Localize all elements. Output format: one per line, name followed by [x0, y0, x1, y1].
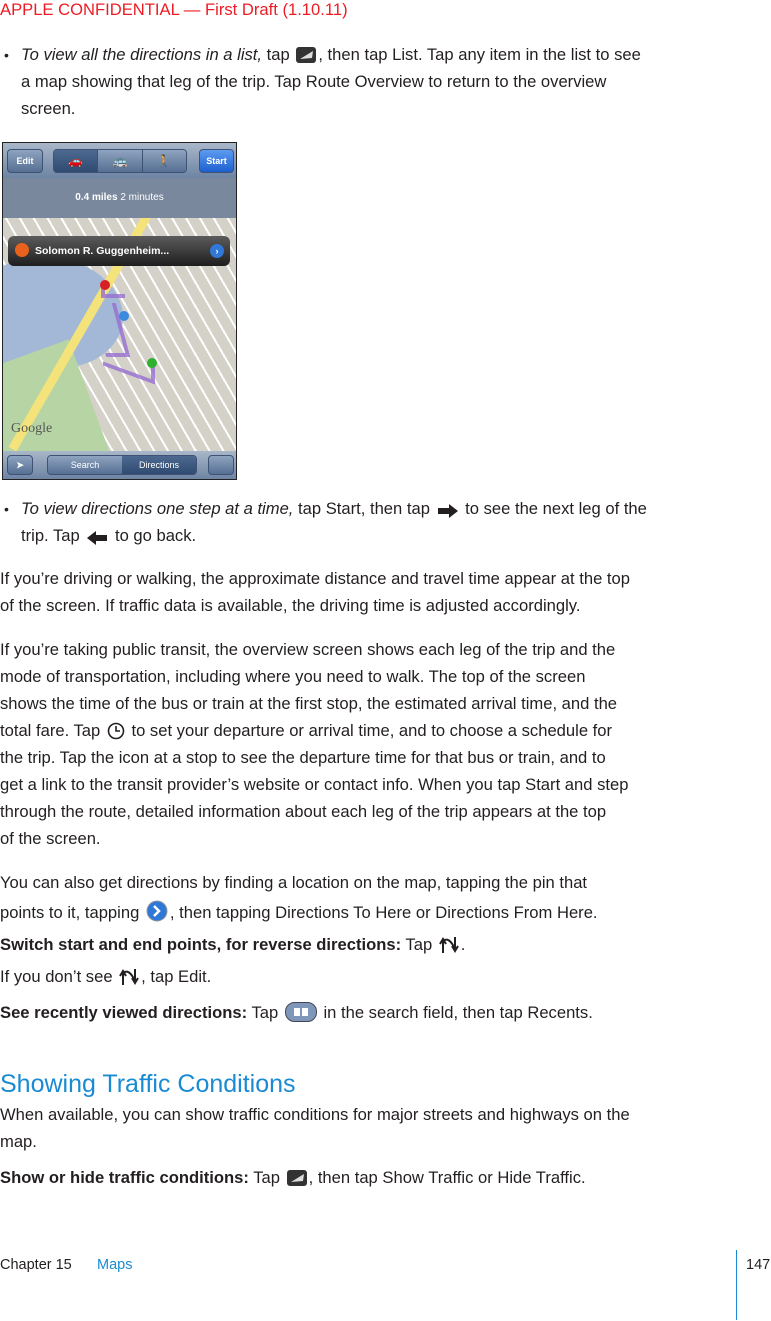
bottom-toolbar: ➤ Search Directions	[3, 451, 236, 479]
edit-button[interactable]: Edit	[7, 149, 43, 173]
text: , tap Edit.	[141, 967, 212, 986]
text: Tap	[401, 935, 437, 954]
confidential-header: APPLE CONFIDENTIAL — First Draft (1.10.1…	[0, 0, 348, 19]
tip-title: Switch start and end points, for reverse…	[0, 935, 402, 954]
bullet: •	[4, 501, 9, 517]
location-callout[interactable]: Solomon R. Guggenheim... ›	[8, 236, 230, 266]
arrow-right-icon	[437, 504, 458, 518]
recent-tip: See recently viewed directions: Tap in t…	[0, 1002, 593, 1023]
detail-disclosure-icon[interactable]: ›	[210, 244, 224, 258]
paragraph-line: map.	[0, 1132, 37, 1151]
bookmarks-icon	[284, 1002, 317, 1022]
car-icon[interactable]: 🚗	[54, 150, 99, 172]
green-pin-icon[interactable]	[147, 358, 157, 368]
paragraph-line: get a link to the transit provider’s web…	[0, 775, 629, 794]
text: to see the next leg of the	[460, 499, 647, 518]
text: Tap	[247, 1003, 283, 1022]
text: trip. Tap	[21, 526, 85, 545]
paragraph-line: mode of transportation, including where …	[0, 667, 586, 686]
paragraph-line: total fare. Tap to set your departure or…	[0, 721, 612, 741]
duration: 2 minutes	[120, 192, 164, 203]
text: , then tapping Directions To Here or Dir…	[169, 903, 598, 922]
text: , then tap List. Tap any item in the lis…	[318, 45, 641, 64]
footer-section[interactable]: Maps	[97, 1257, 132, 1273]
arrow-left-icon	[87, 531, 108, 545]
paragraph-line: If you don’t see , tap Edit.	[0, 967, 211, 987]
text: Tap	[248, 1168, 285, 1187]
bullet1-line3: screen.	[21, 99, 76, 118]
bus-icon[interactable]: 🚌	[98, 150, 143, 172]
traffic-tip: Show or hide traffic conditions: Tap , t…	[0, 1168, 586, 1188]
person-icon	[15, 243, 29, 257]
bullet1-line2: a map showing that leg of the trip. Tap …	[21, 72, 607, 91]
text: , then tap Show Traffic or Hide Traffic.	[308, 1168, 586, 1187]
detail-disclosure-icon	[146, 900, 168, 922]
text: points to it, tapping	[0, 903, 144, 922]
directions-tab[interactable]: Directions	[122, 456, 196, 474]
tip-title: See recently viewed directions:	[0, 1003, 248, 1022]
paragraph-line: When available, you can show traffic con…	[0, 1105, 630, 1124]
google-logo: Google	[11, 421, 53, 436]
swap-icon	[119, 969, 140, 985]
paragraph-line: points to it, tapping , then tapping Dir…	[0, 900, 598, 923]
paragraph-line: You can also get directions by finding a…	[0, 873, 588, 892]
top-toolbar: Edit 🚗 🚌 🚶 Start	[3, 143, 236, 178]
bullet1-line1: To view all the directions in a list, ta…	[21, 45, 641, 65]
paragraph-line: of the screen. If traffic data is availa…	[0, 596, 581, 615]
paragraph-line: of the screen.	[0, 829, 101, 848]
red-pin-icon[interactable]	[100, 280, 110, 290]
page-curl-icon	[296, 47, 317, 63]
search-tab[interactable]: Search	[48, 456, 122, 474]
emphasis: To view directions one step at a time,	[21, 499, 294, 518]
tip-title: Show or hide traffic conditions:	[0, 1168, 249, 1187]
text: .	[460, 935, 466, 954]
bullet2-line2: trip. Tap to go back.	[21, 526, 196, 546]
emphasis: To view all the directions in a list,	[21, 45, 263, 64]
bullet: •	[4, 47, 9, 63]
footer-chapter: Chapter 15	[0, 1257, 72, 1273]
start-button[interactable]: Start	[199, 149, 234, 173]
walk-icon[interactable]: 🚶	[142, 150, 186, 172]
paragraph-line: through the route, detailed information …	[0, 802, 607, 821]
transport-mode-segment: 🚗 🚌 🚶	[53, 149, 187, 173]
current-location-icon	[119, 311, 129, 321]
bullet2-line1: To view directions one step at a time, t…	[21, 499, 647, 519]
text: to set your departure or arrival time, a…	[126, 721, 613, 740]
location-arrow-icon[interactable]: ➤	[7, 455, 33, 475]
text: to go back.	[110, 526, 197, 545]
search-directions-segment: Search Directions	[47, 455, 197, 475]
section-heading: Showing Traffic Conditions	[0, 1070, 296, 1098]
paragraph-line: shows the time of the bus or train at th…	[0, 694, 618, 713]
route-summary: 0.4 miles 2 minutes	[3, 178, 236, 218]
page-number: 147	[746, 1257, 771, 1273]
page-curl-icon[interactable]	[208, 455, 234, 475]
paragraph-line: If you’re driving or walking, the approx…	[0, 569, 630, 588]
text: tap Start, then tap	[293, 499, 435, 518]
footer-divider	[736, 1250, 737, 1320]
text: tap	[262, 45, 295, 64]
text: total fare. Tap	[0, 721, 105, 740]
place-name: Solomon R. Guggenheim...	[35, 245, 170, 257]
page-curl-icon	[286, 1170, 307, 1186]
switch-tip: Switch start and end points, for reverse…	[0, 935, 465, 955]
paragraph-line: the trip. Tap the icon at a stop to see …	[0, 748, 606, 767]
text: If you don’t see	[0, 967, 118, 986]
clock-icon	[107, 722, 125, 740]
distance: 0.4 miles	[75, 192, 118, 203]
paragraph-line: If you’re taking public transit, the ove…	[0, 640, 616, 659]
text: in the search field, then tap Recents.	[318, 1003, 593, 1022]
maps-screenshot: Google Edit 🚗 🚌 🚶 Start 0.4 miles 2 minu…	[2, 142, 237, 480]
swap-icon	[438, 937, 459, 953]
